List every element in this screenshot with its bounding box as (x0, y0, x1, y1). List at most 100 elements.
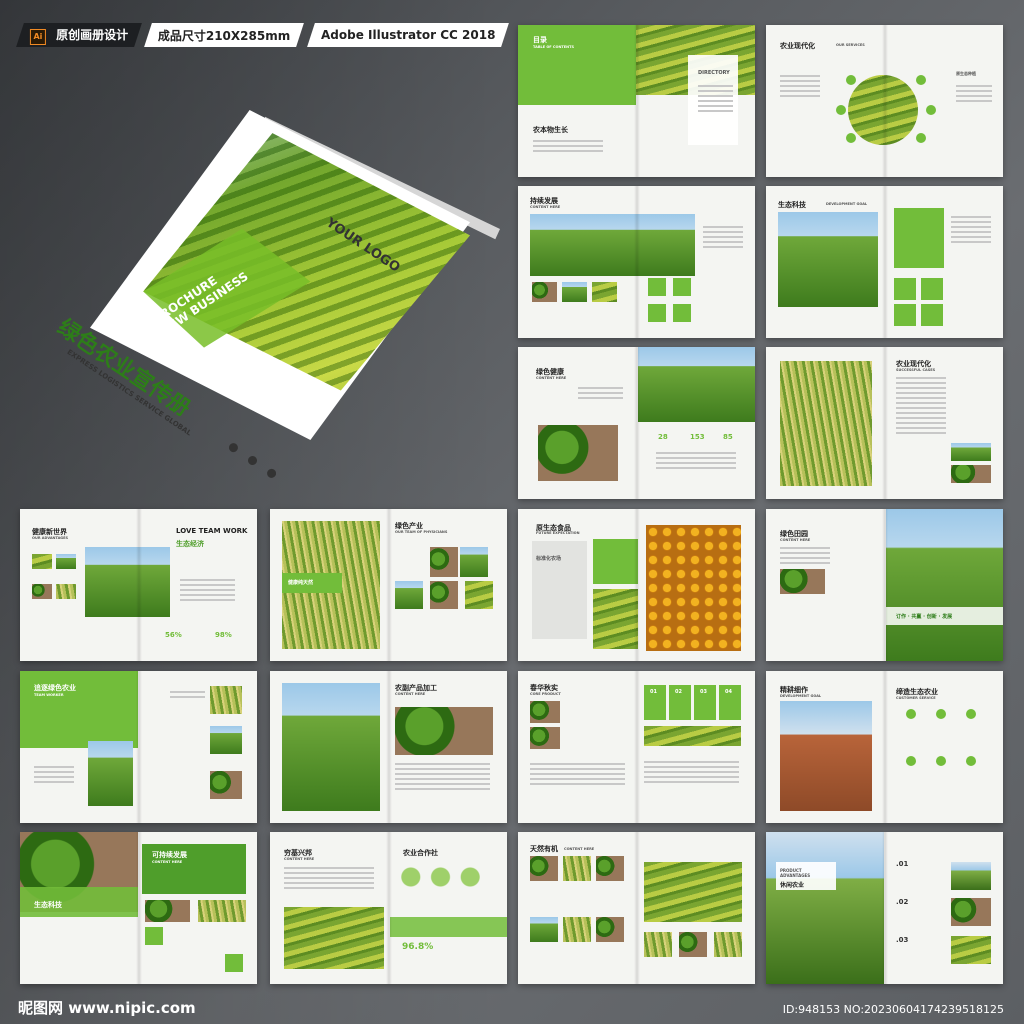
spread-green-farm: 绿色田园 CONTENT HERE 订作 · 共赢 · 创新 · 发展 (766, 509, 1003, 661)
potato-photo (646, 525, 741, 651)
harvest-photo (198, 900, 246, 922)
thumb-photo (951, 936, 991, 964)
farmland-photo (780, 701, 872, 811)
item-number: .03 (896, 936, 909, 944)
thumb-photo (210, 771, 242, 799)
thumb-photo (532, 282, 557, 302)
farmers-photo (530, 214, 695, 276)
icon-box (673, 278, 691, 296)
book-cover-mockup: YOUR LOGO BROCHURE NEW BUSINESS 绿色农业宣传册 … (30, 110, 500, 480)
stat-number: 28 (658, 433, 668, 441)
spread-subtitle: FUTURE EXPECTATION (536, 531, 580, 535)
stat-number: 85 (723, 433, 733, 441)
spread-subtitle: TABLE OF CONTENTS (533, 45, 575, 49)
avocado-photo (530, 701, 560, 723)
body-text (951, 216, 991, 246)
spread-title: 可持续发展 (152, 851, 187, 859)
spread-organic-food: 原生态食品 FUTURE EXPECTATION 标准化农场 (518, 509, 755, 661)
body-text (395, 763, 490, 793)
thumb-photo (430, 581, 458, 609)
step-number: 04 (725, 689, 732, 695)
avocado-photo (530, 727, 560, 749)
design-tag: Ai 原创画册设计 (16, 23, 143, 47)
step-number: 01 (650, 689, 657, 695)
spread-processing: 农副产品加工 CONTENT HERE (270, 671, 507, 823)
spread-subtitle: OUR ADVANTAGES (32, 536, 69, 540)
spread-leisure: PRODUCT ADVANTAGES 休闲农业 .01 .02 .03 (766, 832, 1003, 984)
field-photo (886, 509, 1003, 661)
thumb-photo (530, 917, 558, 942)
stat-percent: 56% (165, 631, 182, 639)
terrace-photo (593, 589, 638, 649)
spread-modern-agri: 农业现代化 SUCCESSFUL CASES (766, 347, 1003, 499)
body-text (956, 85, 992, 105)
thumb-photo (460, 547, 488, 577)
icon-dot (966, 756, 976, 766)
broccoli-photo (538, 425, 618, 481)
spread-subtitle: OUR SERVICES (836, 43, 865, 47)
icon-box (921, 278, 943, 300)
icon-dot (936, 709, 946, 719)
thumb-photo (32, 554, 52, 569)
spread-spring-autumn: 春华秋实 CORE PRODUCT 01 02 03 04 (518, 671, 755, 823)
icon-dot (926, 105, 936, 115)
fruit-photo (780, 569, 825, 594)
body-text (656, 452, 736, 472)
body-text (530, 763, 625, 788)
thumb-photo (32, 584, 52, 599)
body-text (780, 75, 820, 100)
design-label: 原创画册设计 (56, 27, 129, 42)
band-title: 生态科技 (34, 901, 62, 909)
body-text (34, 766, 74, 786)
spread-subtitle: TEAM WORKER (34, 693, 64, 697)
stat-percent: 96.8% (402, 942, 434, 952)
hillside-photo (766, 832, 884, 984)
greenhouse-photo (894, 208, 944, 268)
cherry-photo (145, 900, 190, 922)
coop-title: 农业合作社 (403, 849, 438, 857)
thumb-photo (530, 856, 558, 881)
thumb-photo (562, 282, 587, 302)
stat-number: 153 (690, 433, 705, 441)
irrigation-photo (282, 683, 380, 811)
body-text (533, 140, 603, 155)
thumb-photo (563, 917, 591, 942)
spread-title: 天然有机 (530, 845, 558, 853)
software-tag: Adobe Illustrator CC 2018 (306, 23, 509, 47)
size-label: 成品尺寸210X285mm (158, 28, 291, 43)
icon-dot (836, 105, 846, 115)
spread-subtitle: CORE PRODUCT (530, 692, 561, 696)
label-text: 健康纯天然 (288, 580, 314, 586)
spread-intensive: 精耕细作 DEVELOPMENT GOAL 缔造生态农业 CUSTOMER SE… (766, 671, 1003, 823)
spread-green-health: 绿色健康 CONTENT HERE 28 153 85 (518, 347, 755, 499)
spread-subtitle: CONTENT HERE (780, 538, 811, 542)
icon-dot (846, 133, 856, 143)
body-text (703, 226, 743, 251)
spread-title: 追逐绿色农业 (34, 684, 76, 692)
spread-subtitle: CONTENT HERE (152, 860, 183, 864)
spread-contents: 目录 TABLE OF CONTENTS DIRECTORY 农本物生长 (518, 25, 755, 177)
terrace-photo (644, 862, 742, 922)
thumb-photo (56, 584, 76, 599)
thumb-photo (951, 898, 991, 926)
watermark-id: ID:948153 NO:20230604174239518125 (782, 1003, 1004, 1016)
harvester-photo (638, 347, 755, 422)
thumb-photo (395, 581, 423, 609)
spread-subtitle: CONTENT HERE (530, 205, 561, 209)
slogan-text: 订作 · 共赢 · 创新 · 发展 (896, 614, 953, 620)
spread-subtitle: CONTENT HERE (284, 857, 315, 861)
spread-subtitle: 休闲农业 (780, 882, 805, 889)
thumb-photo (563, 856, 591, 881)
thumb-photo (679, 932, 707, 957)
icon-dot (906, 709, 916, 719)
number-circles (400, 867, 490, 887)
body-text (170, 691, 205, 701)
icon-box (648, 278, 666, 296)
item-number: .01 (896, 860, 909, 868)
icon-box (894, 304, 916, 326)
step-photos (644, 726, 741, 746)
step-number: 03 (700, 689, 707, 695)
spread-title: 农业现代化 (780, 42, 815, 50)
icon-dot (936, 756, 946, 766)
software-label: Adobe Illustrator CC 2018 (320, 28, 495, 42)
